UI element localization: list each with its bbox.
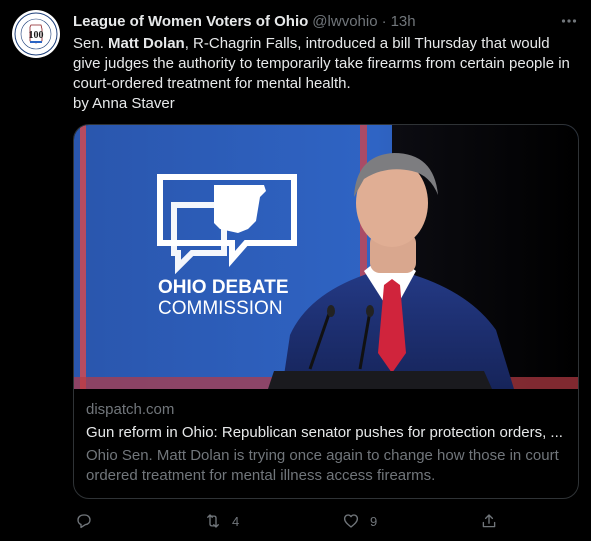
retweet-count: 4 [232,513,240,529]
retweet-button[interactable]: 4 [204,510,239,532]
like-count: 9 [370,513,378,529]
action-bar: 4 9 [73,510,503,532]
card-photo: OHIO DEBATE COMMISSION [74,125,578,389]
card-domain[interactable]: dispatch.com [86,400,566,420]
share-button[interactable] [480,510,508,532]
author-handle[interactable]: @lwvohio [312,13,377,30]
tweet-paragraph: Sen. Matt Dolan, R-Chagrin Falls, introd… [73,34,578,94]
share-icon [482,514,496,528]
tweet-header: League of Women Voters of Ohio @lwvohio … [73,11,579,31]
reply-icon [77,514,91,529]
image-logo-line2: COMMISSION [158,298,283,319]
text-prefix: Sen. [73,35,109,52]
tweet-text: Sen. Matt Dolan, R-Chagrin Falls, introd… [73,34,578,114]
mentioned-name: Matt Dolan [108,35,185,52]
like-button[interactable]: 9 [342,510,377,532]
tweet-byline: by Anna Staver [73,95,175,112]
author-name[interactable]: League of Women Voters of Ohio [73,13,308,30]
timestamp[interactable]: 13h [391,13,416,30]
avatar[interactable]: 100 [12,10,60,58]
reply-button[interactable] [75,510,103,532]
retweet-icon [207,514,219,528]
card-description: Ohio Sen. Matt Dolan is trying once agai… [86,447,559,484]
podium [268,371,492,389]
image-logo-line1: OHIO DEBATE [158,277,289,298]
link-card[interactable]: OHIO DEBATE COMMISSION dispatch.com Gun … [73,124,579,499]
more-icon[interactable] [559,11,579,31]
card-title[interactable]: Gun reform in Ohio: Republican senator p… [86,423,566,443]
separator-dot: · [381,12,387,30]
lwv-logo: 100 [13,11,59,57]
like-icon [343,514,359,528]
tweet[interactable]: 100 League of Women Voters of Ohio @lwvo… [0,0,591,541]
avatar-badge-number: 100 [29,30,44,41]
card-text[interactable]: dispatch.com Gun reform in Ohio: Republi… [86,400,566,486]
card-image[interactable]: OHIO DEBATE COMMISSION [74,125,578,389]
